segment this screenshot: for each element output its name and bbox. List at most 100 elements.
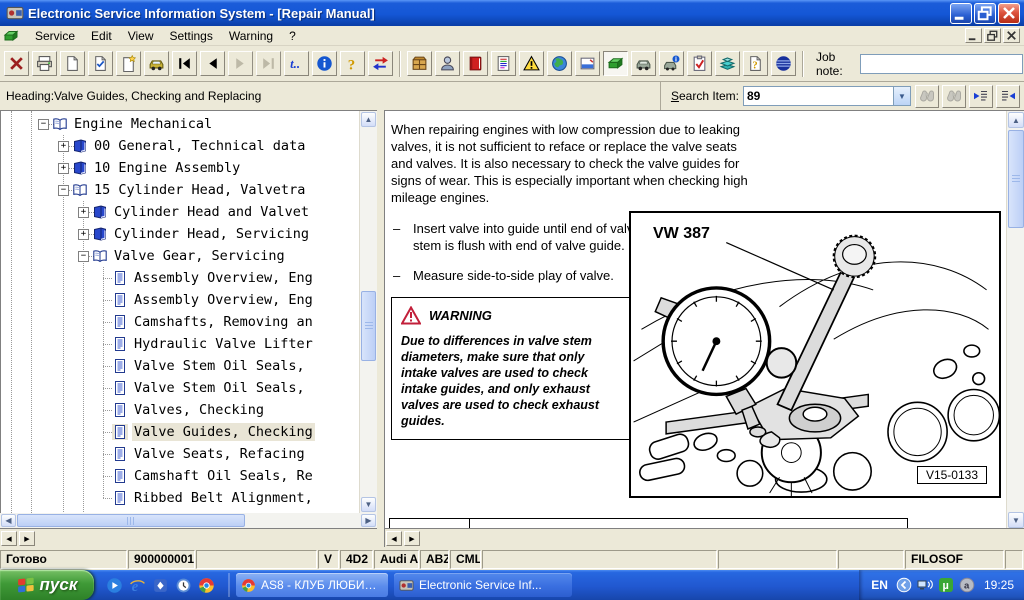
tree-item[interactable]: Camshafts, Removing an <box>1 311 359 333</box>
scroll-left-icon[interactable]: ◀ <box>1 514 16 527</box>
menu-view[interactable]: View <box>120 27 162 45</box>
tree-item[interactable]: +Cylinder Head, Servicing <box>1 223 359 245</box>
toolbar-button-car-yellow-icon[interactable] <box>144 51 169 76</box>
tray-utorrent-icon[interactable]: µ <box>938 577 954 593</box>
tray-network-icon[interactable] <box>917 577 933 593</box>
scroll-down-icon[interactable]: ▼ <box>361 497 376 512</box>
toolbar-button-doc-star-icon[interactable] <box>116 51 141 76</box>
tree-item[interactable]: Assembly Overview, Eng <box>1 267 359 289</box>
tray-chevron-left-icon[interactable] <box>896 577 912 593</box>
toolbar-button-doc-list-icon[interactable] <box>491 51 516 76</box>
close-button[interactable] <box>998 3 1020 24</box>
expand-icon[interactable]: + <box>58 141 69 152</box>
taskbar-window-button[interactable]: AS8 - КЛУБ ЛЮБИТЕ... <box>236 573 388 597</box>
language-indicator[interactable]: EN <box>871 578 888 592</box>
menu-service[interactable]: Service <box>27 27 83 45</box>
scroll-up-icon[interactable]: ▲ <box>1008 112 1024 128</box>
tab-scroll-right-icon[interactable]: ▶ <box>404 531 420 546</box>
toolbar-button-arrows-swap-icon[interactable] <box>368 51 393 76</box>
expand-icon[interactable]: + <box>78 207 89 218</box>
toolbar-button-parts-box-icon[interactable] <box>407 51 432 76</box>
start-button[interactable]: пуск <box>0 570 94 600</box>
document-scroll-thumb[interactable] <box>1008 130 1024 228</box>
tree-horizontal-scrollbar[interactable]: ◀ ▶ <box>0 513 377 529</box>
toolbar-button-car-info-icon[interactable] <box>659 51 684 76</box>
tree-item[interactable]: Ribbed Belt Alignment, <box>1 487 359 509</box>
tree-item[interactable]: Valve Stem Oil Seals, <box>1 377 359 399</box>
expand-icon[interactable]: + <box>58 163 69 174</box>
quick-launch-internet-explorer-icon[interactable]: e <box>129 577 146 594</box>
mdi-minimize-button[interactable] <box>965 28 982 43</box>
tree-vertical-scrollbar[interactable]: ▲ ▼ <box>359 111 377 513</box>
toolbar-button-t-cmd-icon[interactable]: t.. <box>284 51 309 76</box>
tree-item[interactable]: +Cylinder Head and Valvet <box>1 201 359 223</box>
tree-item[interactable]: −Valve Gear, Servicing <box>1 245 359 267</box>
menu-?[interactable]: ? <box>281 27 304 45</box>
mdi-restore-button[interactable] <box>984 28 1001 43</box>
tree-item[interactable]: Hydraulic Valve Lifter <box>1 333 359 355</box>
menu-edit[interactable]: Edit <box>83 27 120 45</box>
heading-button-list-arrow-right-icon[interactable] <box>996 85 1020 108</box>
tree-item[interactable]: +00 General, Technical data <box>1 135 359 157</box>
tree-item[interactable]: −Engine Mechanical <box>1 113 359 135</box>
chevron-down-icon[interactable]: ▼ <box>893 87 910 105</box>
document-vertical-scrollbar[interactable]: ▲ ▼ <box>1006 111 1024 529</box>
tab-scroll-left-icon[interactable]: ◀ <box>386 531 402 546</box>
tree-item-selected[interactable]: Valve Guides, Checking <box>1 421 359 443</box>
scroll-down-icon[interactable]: ▼ <box>1008 512 1024 528</box>
tree-item[interactable]: Valve Seats, Refacing <box>1 443 359 465</box>
toolbar-button-nav-first-icon[interactable] <box>172 51 197 76</box>
toolbar-button-print-icon[interactable] <box>32 51 57 76</box>
tree-item[interactable]: +10 Engine Assembly <box>1 157 359 179</box>
toolbar-button-book-red-icon[interactable] <box>463 51 488 76</box>
toolbar-button-globe-lines-icon[interactable] <box>771 51 796 76</box>
menu-settings[interactable]: Settings <box>162 27 221 45</box>
toolbar-button-warn-triangle-icon[interactable] <box>519 51 544 76</box>
heading-button-binoculars-icon[interactable] <box>942 85 966 108</box>
toolbar-button-globe-icon[interactable] <box>547 51 572 76</box>
scroll-right-icon[interactable]: ▶ <box>361 514 376 527</box>
toolbar-button-person-icon[interactable] <box>435 51 460 76</box>
toolbar-button-window-split-icon[interactable] <box>575 51 600 76</box>
restore-button[interactable] <box>974 3 996 24</box>
tab-scroll-right-icon[interactable]: ▶ <box>19 531 35 546</box>
minimize-button[interactable] <box>950 3 972 24</box>
toolbar-button-nav-last-icon[interactable] <box>256 51 281 76</box>
tray-avast-icon[interactable]: a <box>959 577 975 593</box>
quick-launch-chrome-icon[interactable] <box>198 577 215 594</box>
toolbar-button-doc-check-icon[interactable] <box>88 51 113 76</box>
scroll-up-icon[interactable]: ▲ <box>361 112 376 127</box>
panel-splitter[interactable] <box>377 110 384 547</box>
taskbar-clock[interactable]: 19:25 <box>984 578 1014 592</box>
taskbar-window-button[interactable]: Electronic Service Inf... <box>394 573 572 597</box>
collapse-icon[interactable]: − <box>58 185 69 196</box>
tree-scroll-thumb[interactable] <box>361 291 376 361</box>
quick-launch-player-blue-icon[interactable] <box>106 577 123 594</box>
tree-item[interactable]: Valves, Checking <box>1 399 359 421</box>
tree-item[interactable]: −15 Cylinder Head, Valvetra <box>1 179 359 201</box>
tree-item[interactable]: Assembly Overview, Eng <box>1 289 359 311</box>
toolbar-button-info-icon[interactable] <box>312 51 337 76</box>
toolbar-button-books-teal-icon[interactable] <box>715 51 740 76</box>
expand-icon[interactable]: + <box>78 229 89 240</box>
quick-launch-messenger-blue-icon[interactable] <box>152 577 169 594</box>
tab-scroll-left-icon[interactable]: ◀ <box>1 531 17 546</box>
toolbar-button-car-gray-icon[interactable] <box>631 51 656 76</box>
toolbar-button-help-icon[interactable]: ? <box>340 51 365 76</box>
collapse-icon[interactable]: − <box>38 119 49 130</box>
menu-warning[interactable]: Warning <box>221 27 281 45</box>
toolbar-button-exit-icon[interactable] <box>4 51 29 76</box>
toolbar-button-doc-question-icon[interactable]: ? <box>743 51 768 76</box>
toolbar-button-brick-green-icon[interactable] <box>603 51 628 76</box>
toolbar-button-nav-next-icon[interactable] <box>228 51 253 76</box>
tree-item[interactable]: Camshaft Oil Seals, Re <box>1 465 359 487</box>
job-note-input[interactable] <box>860 54 1023 74</box>
toolbar-button-doc-new-icon[interactable] <box>60 51 85 76</box>
collapse-icon[interactable]: − <box>78 251 89 262</box>
heading-button-list-arrow-left-icon[interactable] <box>969 85 993 108</box>
heading-button-binoculars-icon[interactable] <box>915 85 939 108</box>
tree-item[interactable]: Valve Stem Oil Seals, <box>1 355 359 377</box>
quick-launch-clock-app-icon[interactable] <box>175 577 192 594</box>
toolbar-button-nav-prev-icon[interactable] <box>200 51 225 76</box>
toolbar-button-clipboard-check-icon[interactable] <box>687 51 712 76</box>
